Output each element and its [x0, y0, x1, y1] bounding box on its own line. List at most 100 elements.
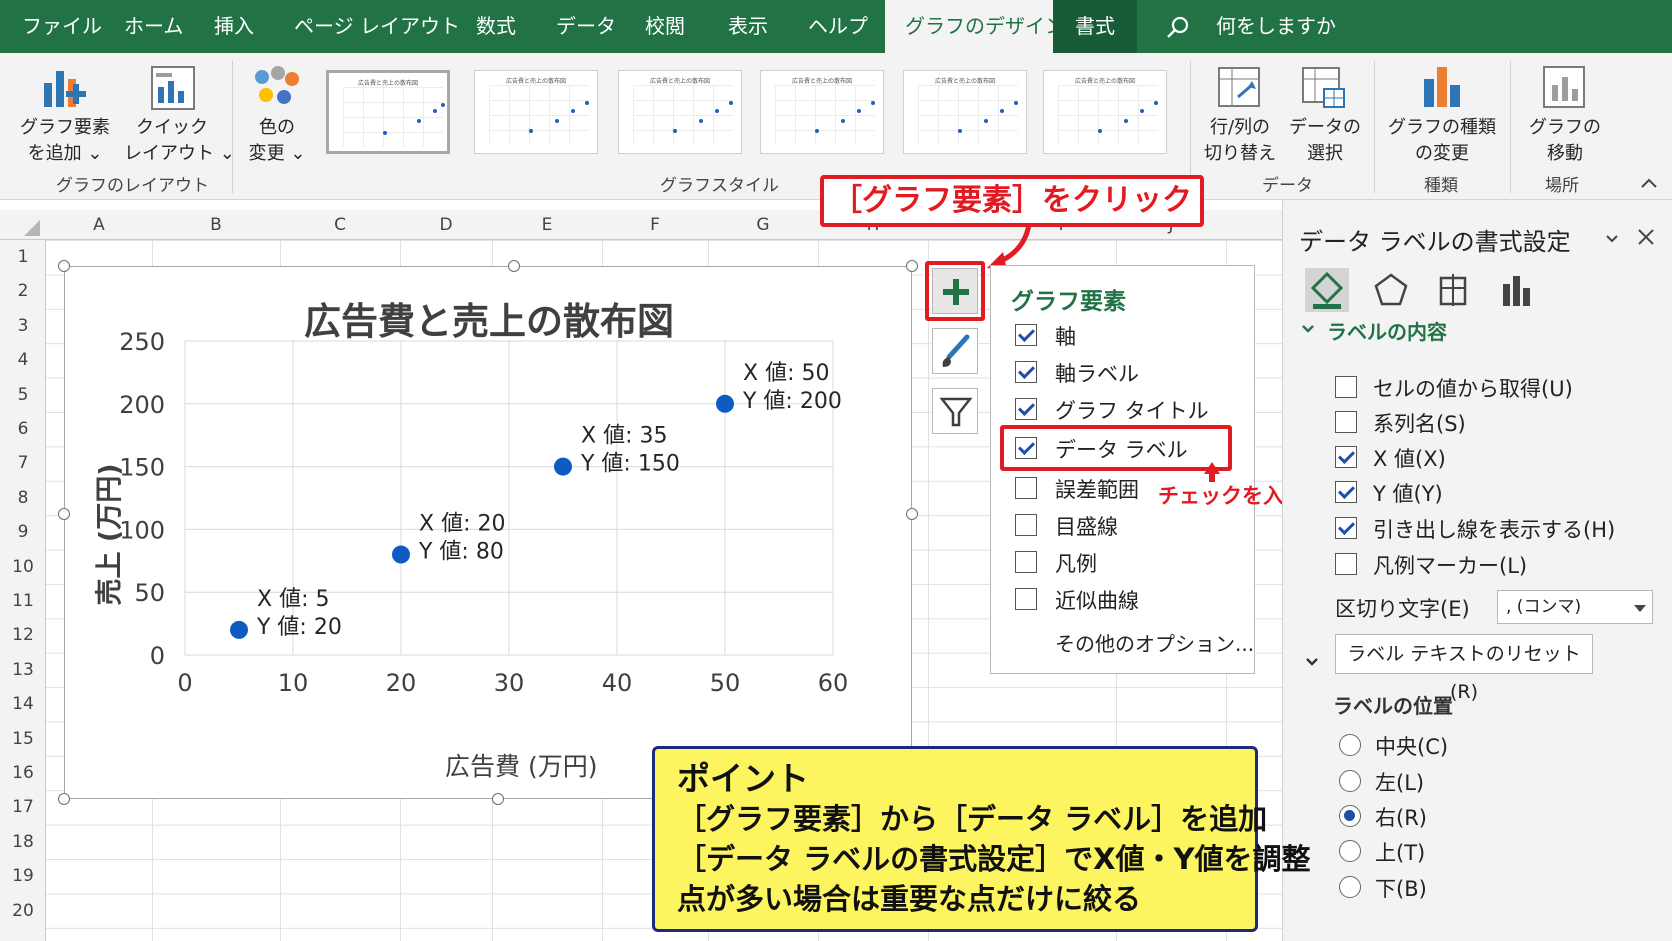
- reset-label-text-button[interactable]: ラベル テキストのリセット(R): [1335, 634, 1593, 703]
- y-axis-label[interactable]: 売上 (万円): [88, 435, 127, 635]
- switch-row-column-icon[interactable]: [1218, 67, 1260, 107]
- separator-select[interactable]: , (コンマ): [1497, 590, 1653, 624]
- select-data-label-1[interactable]: データの: [1282, 115, 1368, 141]
- chevron-down-icon[interactable]: [1301, 324, 1315, 334]
- radio-left[interactable]: [1339, 770, 1361, 792]
- switch-row-col-label-1[interactable]: 行/列の: [1196, 115, 1284, 141]
- column-d[interactable]: D: [400, 210, 492, 240]
- tab-data[interactable]: データ: [556, 0, 616, 53]
- select-data-label-2[interactable]: 選択: [1282, 141, 1368, 167]
- row-2[interactable]: 2: [0, 274, 46, 308]
- add-chart-element-icon[interactable]: [40, 65, 88, 111]
- resize-handle[interactable]: [58, 260, 70, 272]
- quick-layout-label-2[interactable]: レイアウト ⌄: [124, 141, 235, 167]
- add-element-label-1[interactable]: グラフ要素: [18, 115, 112, 141]
- radio-right[interactable]: [1339, 805, 1361, 827]
- row-17[interactable]: 17: [0, 790, 46, 824]
- change-chart-type-icon[interactable]: [1420, 65, 1464, 109]
- row-10[interactable]: 10: [0, 550, 46, 584]
- tab-review[interactable]: 校閲: [645, 0, 685, 53]
- row-12[interactable]: 12: [0, 618, 46, 652]
- row-1[interactable]: 1: [0, 240, 46, 274]
- chart-style-4[interactable]: 広告費と売上の散布図: [760, 70, 884, 154]
- column-e[interactable]: E: [492, 210, 602, 240]
- chart-style-3[interactable]: 広告費と売上の散布図: [618, 70, 742, 154]
- row-8[interactable]: 8: [0, 481, 46, 515]
- checkbox-series-name[interactable]: [1335, 411, 1357, 433]
- resize-handle[interactable]: [58, 793, 70, 805]
- chevron-down-icon[interactable]: [1305, 657, 1319, 667]
- checkbox-value-from-cells[interactable]: [1335, 376, 1357, 398]
- checkbox-y-value[interactable]: [1335, 481, 1357, 503]
- radio-center[interactable]: [1339, 734, 1361, 756]
- tab-file[interactable]: ファイル: [22, 0, 102, 53]
- chart-style-6[interactable]: 広告費と売上の散布図: [1043, 70, 1167, 154]
- resize-handle[interactable]: [906, 508, 918, 520]
- row-3[interactable]: 3: [0, 309, 46, 343]
- checkbox-x-value[interactable]: [1335, 446, 1357, 468]
- column-a[interactable]: A: [46, 210, 152, 240]
- label-options-icon[interactable]: [1499, 272, 1535, 308]
- checkbox-axis-titles[interactable]: [1015, 361, 1037, 383]
- checkbox-error-bars[interactable]: [1015, 477, 1037, 499]
- column-f[interactable]: F: [602, 210, 708, 240]
- row-15[interactable]: 15: [0, 722, 46, 756]
- more-options-link[interactable]: その他のオプション...: [1055, 628, 1254, 657]
- x-axis-label[interactable]: 広告費 (万円): [445, 747, 597, 783]
- row-4[interactable]: 4: [0, 343, 46, 377]
- change-type-label-2[interactable]: の変更: [1382, 141, 1502, 167]
- size-properties-icon[interactable]: [1435, 272, 1471, 308]
- checkbox-trendline[interactable]: [1015, 588, 1037, 610]
- column-c[interactable]: C: [280, 210, 400, 240]
- row-7[interactable]: 7: [0, 446, 46, 480]
- row-16[interactable]: 16: [0, 756, 46, 790]
- tab-fill-line[interactable]: [1305, 268, 1349, 312]
- checkbox-axes[interactable]: [1015, 324, 1037, 346]
- row-14[interactable]: 14: [0, 687, 46, 721]
- scatter-chart[interactable]: 0 10 20 30 40 50 60 0 50 100 150 200 250 X 値: 5Y 値: 2…: [64, 266, 912, 799]
- resize-handle[interactable]: [508, 260, 520, 272]
- chart-filters-button[interactable]: [932, 388, 978, 434]
- checkbox-leader-lines[interactable]: [1335, 517, 1357, 539]
- move-chart-label-1[interactable]: グラフの: [1518, 115, 1612, 141]
- checkbox-legend[interactable]: [1015, 551, 1037, 573]
- resize-handle[interactable]: [906, 260, 918, 272]
- chevron-down-icon[interactable]: [1605, 234, 1619, 244]
- resize-handle[interactable]: [58, 508, 70, 520]
- search-icon[interactable]: [1166, 15, 1190, 39]
- row-19[interactable]: 19: [0, 859, 46, 893]
- quick-layout-icon[interactable]: [150, 65, 196, 111]
- chart-styles-button[interactable]: [932, 328, 978, 374]
- row-6[interactable]: 6: [0, 412, 46, 446]
- row-20[interactable]: 20: [0, 894, 46, 928]
- checkbox-chart-title[interactable]: [1015, 398, 1037, 420]
- tab-formulas[interactable]: 数式: [476, 0, 516, 53]
- tab-home[interactable]: ホーム: [124, 0, 183, 53]
- tab-view[interactable]: 表示: [728, 0, 768, 53]
- row-9[interactable]: 9: [0, 515, 46, 549]
- tab-format[interactable]: 書式: [1053, 0, 1137, 53]
- chart-style-5[interactable]: 広告費と売上の散布図: [903, 70, 1027, 154]
- chart-title[interactable]: 広告費と売上の散布図: [65, 291, 913, 345]
- select-data-icon[interactable]: [1302, 67, 1346, 109]
- change-type-label-1[interactable]: グラフの種類: [1382, 115, 1502, 141]
- column-b[interactable]: B: [152, 210, 280, 240]
- change-color-label-2[interactable]: 変更 ⌄: [240, 141, 314, 167]
- radio-below[interactable]: [1339, 876, 1361, 898]
- change-color-label-1[interactable]: 色の: [240, 115, 314, 141]
- tab-page-layout[interactable]: ページ レイアウト: [294, 0, 460, 53]
- chart-style-1[interactable]: 広告費と売上の散布図: [326, 70, 450, 154]
- move-chart-label-2[interactable]: 移動: [1518, 141, 1612, 167]
- move-chart-icon[interactable]: [1542, 65, 1586, 109]
- tab-insert[interactable]: 挿入: [214, 0, 254, 53]
- search-box[interactable]: 何をしますか: [1216, 0, 1336, 53]
- checkbox-legend-key[interactable]: [1335, 553, 1357, 575]
- row-11[interactable]: 11: [0, 584, 46, 618]
- column-g[interactable]: G: [708, 210, 818, 240]
- add-element-label-2[interactable]: を追加 ⌄: [18, 141, 112, 167]
- row-5[interactable]: 5: [0, 378, 46, 412]
- chart-style-2[interactable]: 広告費と売上の散布図: [474, 70, 598, 154]
- tab-help[interactable]: ヘルプ: [808, 0, 868, 53]
- close-icon[interactable]: [1637, 228, 1655, 246]
- radio-above[interactable]: [1339, 840, 1361, 862]
